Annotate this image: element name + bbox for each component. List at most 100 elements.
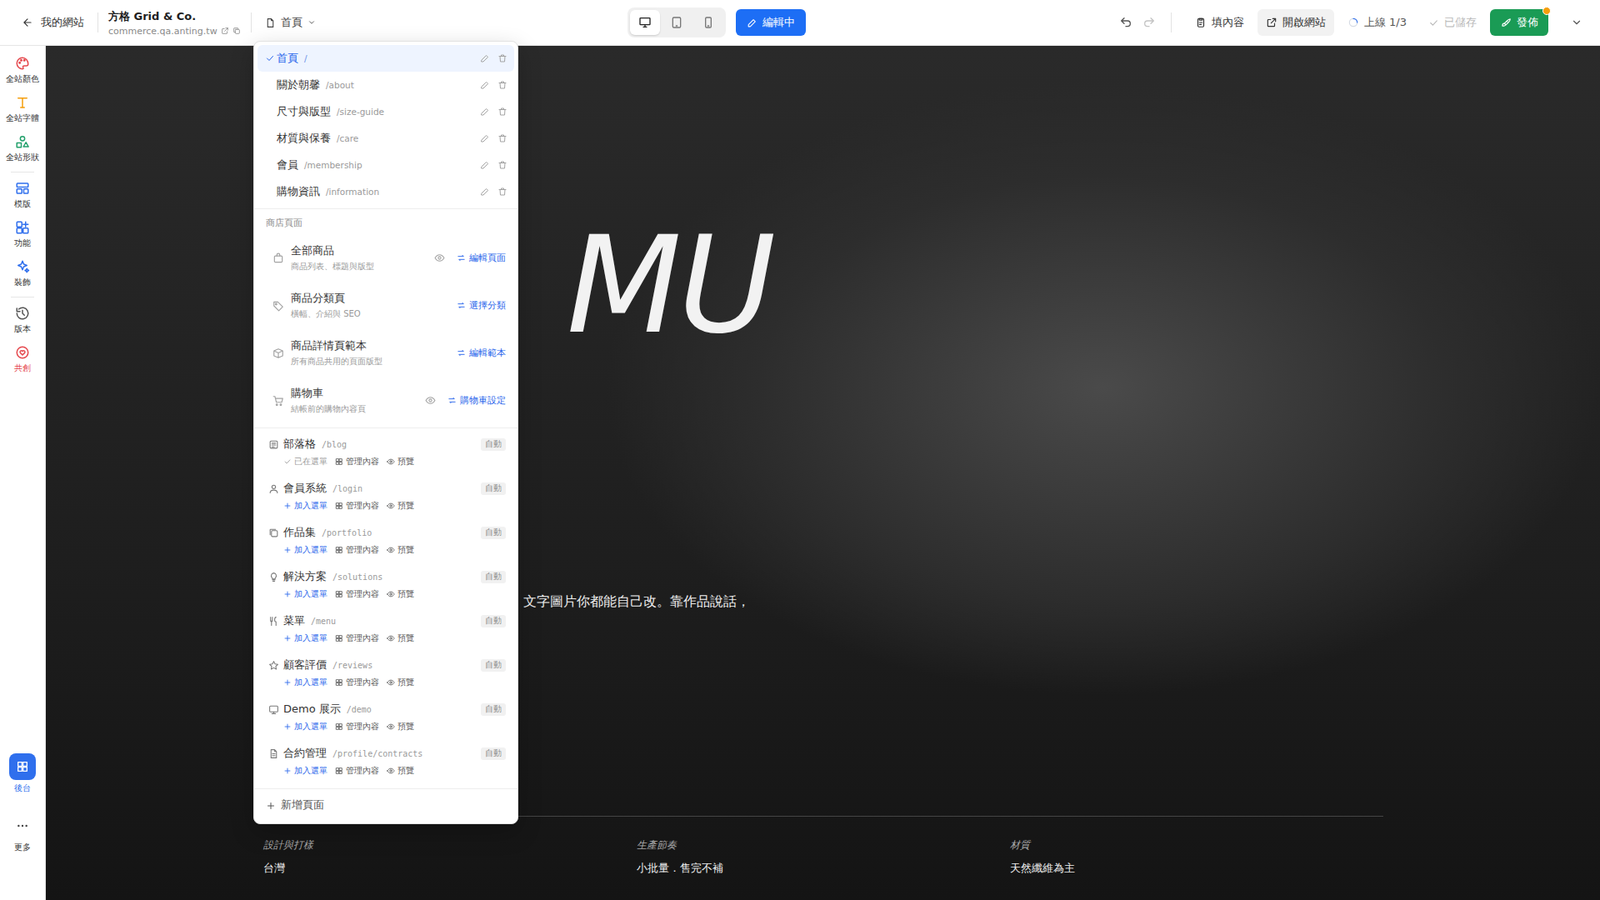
page-row[interactable]: 尺寸與版型/size-guide (257, 98, 515, 125)
trash-icon[interactable] (497, 80, 508, 90)
pencil-icon[interactable] (480, 53, 490, 64)
saved-button[interactable]: 已儲存 (1420, 9, 1485, 36)
eye-icon[interactable] (434, 252, 445, 264)
publish-button[interactable]: 發佈 (1490, 9, 1549, 36)
page-select[interactable]: 首頁 (261, 10, 320, 35)
eye-icon (386, 545, 395, 555)
trash-icon[interactable] (497, 186, 508, 197)
device-button[interactable] (630, 10, 660, 35)
external-link-icon[interactable] (220, 26, 230, 35)
trash-icon[interactable] (497, 106, 508, 117)
module-row[interactable]: Demo 展示/demo自動加入選單管理內容預覽 (254, 696, 518, 741)
manage-content-link[interactable]: 管理內容 (335, 588, 380, 600)
menu-toggle[interactable]: 已在選單 (283, 455, 328, 468)
chevron-down-icon (1570, 16, 1583, 29)
open-site-button[interactable]: 開啟網站 (1257, 9, 1335, 36)
preview-link[interactable]: 預覽 (386, 676, 415, 689)
separator (1170, 12, 1172, 33)
store-action-link[interactable]: 編輯頁面 (456, 252, 506, 265)
fill-content-button[interactable]: 填內容 (1186, 9, 1253, 36)
menu-toggle[interactable]: 加入選單 (283, 500, 328, 512)
sidebar-item[interactable]: 共創 (0, 340, 46, 380)
preview-link[interactable]: 預覽 (386, 720, 415, 733)
store-action-link[interactable]: 選擇分類 (456, 300, 506, 312)
module-row[interactable]: 菜單/menu自動加入選單管理內容預覽 (254, 608, 518, 653)
menu-toggle[interactable]: 加入選單 (283, 632, 328, 645)
store-action-link[interactable]: 編輯範本 (456, 347, 506, 360)
undo-button[interactable] (1114, 10, 1138, 35)
fact-item[interactable]: 生產節奏小批量．售完不補 (636, 838, 1010, 876)
tablet-icon (670, 15, 684, 30)
site-name: 方格 Grid & Co. (108, 9, 241, 25)
pencil-icon[interactable] (480, 80, 490, 90)
back-button[interactable]: 我的網站 (18, 10, 88, 35)
menu-toggle[interactable]: 加入選單 (283, 588, 328, 600)
store-page-row[interactable]: 商品詳情頁範本所有商品共用的頁面版型編輯範本 (254, 329, 518, 377)
module-row[interactable]: 解決方案/solutions自動加入選單管理內容預覽 (254, 564, 518, 609)
manage-content-link[interactable]: 管理內容 (335, 676, 380, 689)
trash-icon[interactable] (497, 53, 508, 64)
pencil-icon[interactable] (480, 133, 490, 144)
sidebar-bottom-item[interactable]: 後台 (0, 748, 46, 800)
preview-link[interactable]: 預覽 (386, 588, 415, 600)
trash-icon[interactable] (497, 133, 508, 144)
fact-item[interactable]: 材質天然纖維為主 (1010, 838, 1384, 876)
menu-toggle[interactable]: 加入選單 (283, 720, 328, 733)
module-row[interactable]: 部落格/blog自動已在選單管理內容預覽 (254, 431, 518, 476)
preview-link[interactable]: 預覽 (386, 632, 415, 645)
pending-dot (1542, 6, 1551, 15)
store-page-row[interactable]: 購物車結帳前的購物內容頁購物車設定 (254, 376, 518, 425)
store-page-row[interactable]: 商品分類頁橫幅、介紹與 SEO選擇分類 (254, 281, 518, 330)
tool-icon (15, 220, 30, 235)
sidebar-item[interactable]: 全站顏色 (0, 50, 46, 90)
site-domain[interactable]: commerce.qa.anting.tw (108, 25, 218, 37)
more-menu-button[interactable] (1565, 10, 1589, 35)
fact-item[interactable]: 設計與打樣台灣 (263, 838, 637, 876)
sidebar-item[interactable]: 全站形狀 (0, 129, 46, 169)
add-page-button[interactable]: 新增頁面 (254, 788, 518, 822)
module-row[interactable]: 合約管理/profile/contracts自動加入選單管理內容預覽 (254, 740, 518, 785)
menu-toggle[interactable]: 加入選單 (283, 765, 328, 777)
page-row[interactable]: 會員/membership (257, 151, 515, 179)
pencil-icon[interactable] (480, 106, 490, 117)
manage-content-link[interactable]: 管理內容 (335, 455, 380, 468)
sidebar-item[interactable]: 裝飾 (0, 254, 46, 294)
copy-icon[interactable] (232, 26, 241, 35)
menu-toggle[interactable]: 加入選單 (283, 544, 328, 556)
preview-link[interactable]: 預覽 (386, 765, 415, 777)
page-row[interactable]: 購物資訊/information (257, 178, 515, 205)
pencil-icon[interactable] (480, 186, 490, 197)
store-page-row[interactable]: 全部商品商品列表、標題與版型編輯頁面 (254, 234, 518, 282)
page-row[interactable]: 材質與保養/care (257, 125, 515, 152)
manage-content-link[interactable]: 管理內容 (335, 544, 380, 556)
device-button[interactable] (693, 10, 724, 35)
menu-toggle[interactable]: 加入選單 (283, 676, 328, 689)
edit-mode-button[interactable]: 編輯中 (735, 9, 806, 36)
manage-content-link[interactable]: 管理內容 (335, 720, 380, 733)
redo-button[interactable] (1137, 10, 1161, 35)
sidebar-item[interactable]: 模版 (0, 175, 46, 215)
eye-icon[interactable] (425, 395, 436, 406)
store-action-link[interactable]: 購物車設定 (447, 395, 506, 407)
manage-content-link[interactable]: 管理內容 (335, 500, 380, 512)
device-button[interactable] (661, 10, 692, 35)
auto-badge: 自動 (480, 438, 506, 451)
desktop-icon (638, 15, 652, 30)
trash-icon[interactable] (497, 160, 508, 170)
preview-link[interactable]: 預覽 (386, 544, 415, 556)
preview-link[interactable]: 預覽 (386, 455, 415, 468)
page-row[interactable]: 首頁/ (257, 45, 515, 72)
sidebar-item[interactable]: 版本 (0, 300, 46, 340)
pencil-icon[interactable] (480, 160, 490, 170)
preview-link[interactable]: 預覽 (386, 500, 415, 512)
sidebar-bottom-item[interactable]: 更多 (0, 807, 46, 859)
manage-content-link[interactable]: 管理內容 (335, 765, 380, 777)
manage-content-link[interactable]: 管理內容 (335, 632, 380, 645)
sidebar-item[interactable]: 功能 (0, 215, 46, 255)
page-row[interactable]: 關於朝馨/about (257, 71, 515, 99)
auto-badge: 自動 (480, 659, 506, 672)
module-row[interactable]: 作品集/portfolio自動加入選單管理內容預覽 (254, 520, 518, 565)
module-row[interactable]: 顧客評價/reviews自動加入選單管理內容預覽 (254, 652, 518, 697)
module-row[interactable]: 會員系統/login自動加入選單管理內容預覽 (254, 475, 518, 520)
sidebar-item[interactable]: 全站字體 (0, 90, 46, 130)
